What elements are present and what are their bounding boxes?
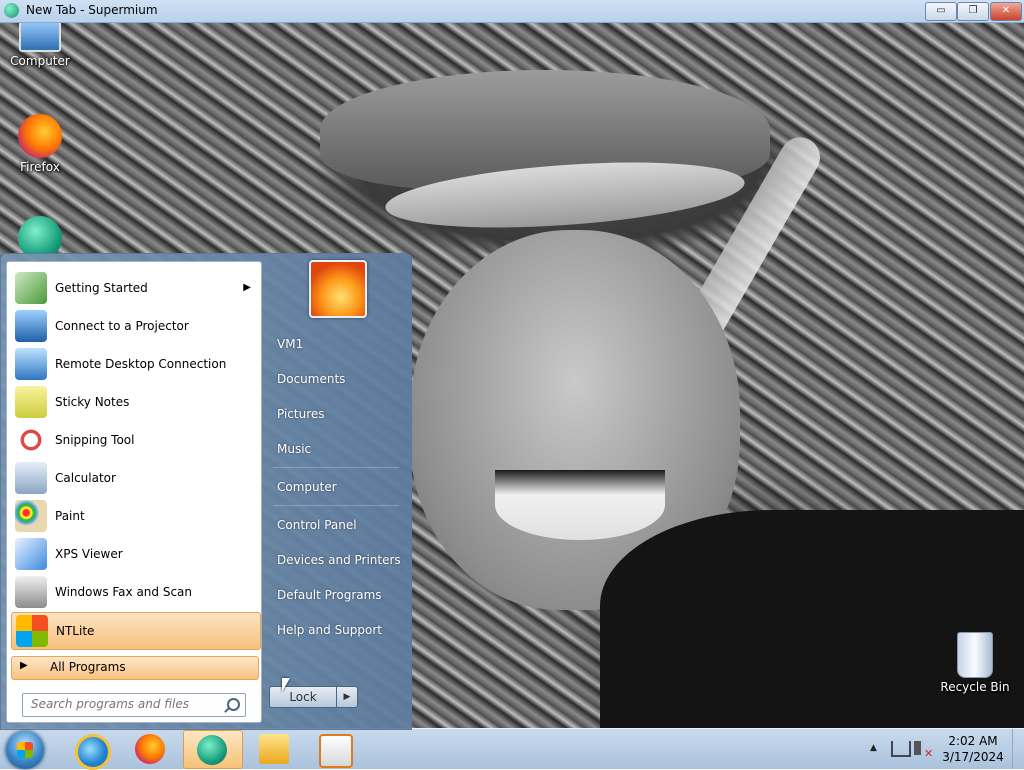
calculator-icon [15,462,47,494]
search-icon[interactable] [227,698,240,711]
link-computer[interactable]: Computer [277,480,337,494]
link-pictures[interactable]: Pictures [277,407,325,421]
wallpaper-coat [600,510,1024,728]
divider [273,467,399,468]
submenu-arrow-icon[interactable]: ▶ [243,282,251,293]
xps-viewer-icon [15,538,47,570]
program-label: NTLite [56,624,95,638]
internet-explorer-icon [75,734,111,770]
wallpaper-smile [495,470,665,540]
program-label: Calculator [55,471,116,485]
program-label: Connect to a Projector [55,319,189,333]
fax-scan-icon [15,576,47,608]
program-label: XPS Viewer [55,547,123,561]
taskbar-file-explorer[interactable] [246,730,304,767]
shutdown-options-button[interactable]: ▶ [336,686,358,708]
firefox-icon [18,114,62,158]
all-programs-button[interactable]: ▶ All Programs [11,656,259,680]
taskbar-internet-explorer[interactable] [62,730,120,770]
program-label: Sticky Notes [55,395,130,409]
system-clock[interactable]: 2:02 AM 3/17/2024 [940,733,1006,765]
program-connect-projector[interactable]: Connect to a Projector [11,308,259,344]
snipping-tool-icon [15,424,47,456]
computer-icon [19,18,61,52]
program-ntlite[interactable]: NTLite [11,612,261,650]
lock-button[interactable]: Lock [269,686,337,708]
link-control-panel[interactable]: Control Panel [277,518,357,532]
link-music[interactable]: Music [277,442,311,456]
divider [273,505,399,506]
program-paint[interactable]: Paint [11,498,259,534]
start-menu: Getting Started ▶ Connect to a Projector… [0,253,412,730]
program-label: Paint [55,509,85,523]
file-explorer-icon [259,734,289,764]
media-player-icon [319,734,353,768]
program-xps-viewer[interactable]: XPS Viewer [11,536,259,572]
desktop-icon-label: Recycle Bin [940,680,1010,694]
link-help-support[interactable]: Help and Support [277,623,382,637]
program-fax-scan[interactable]: Windows Fax and Scan [11,574,259,610]
firefox-icon [135,734,165,764]
remote-desktop-icon [15,348,47,380]
taskbar-supermium[interactable] [183,730,243,769]
desktop-icon-label: Computer [10,54,70,68]
program-sticky-notes[interactable]: Sticky Notes [11,384,259,420]
mouse-cursor-icon [282,678,290,692]
minimize-button[interactable]: ▭ [925,2,957,21]
clock-date: 3/17/2024 [942,750,1004,764]
desktop-icon-label: Firefox [20,160,60,174]
clock-time: 2:02 AM [948,734,998,748]
sticky-notes-icon [15,386,47,418]
link-devices-printers[interactable]: Devices and Printers [277,553,401,567]
network-icon[interactable] [891,741,911,757]
ntlite-icon [16,615,48,647]
desktop-icon-firefox[interactable]: Firefox [0,114,80,174]
program-snipping-tool[interactable]: Snipping Tool [11,422,259,458]
window-title: New Tab - Supermium [26,3,158,17]
all-programs-label: All Programs [50,660,126,674]
show-desktop-button[interactable] [1012,729,1024,769]
program-label: Snipping Tool [55,433,135,447]
program-label: Getting Started [55,281,148,295]
supermium-icon [4,3,19,18]
search-box[interactable] [22,693,246,717]
projector-icon [15,310,47,342]
desktop-icon-recycle-bin[interactable]: Recycle Bin [935,632,1015,694]
program-remote-desktop[interactable]: Remote Desktop Connection [11,346,259,382]
start-menu-links-pane: VM1 Documents Pictures Music Computer Co… [263,254,409,729]
window-titlebar[interactable]: New Tab - Supermium ▭ ❐ ✕ [0,0,1024,23]
program-label: Windows Fax and Scan [55,585,193,599]
link-user-folder[interactable]: VM1 [277,337,303,351]
taskbar-media-player[interactable] [306,730,364,768]
volume-muted-icon: ✕ [924,747,934,760]
user-avatar[interactable] [309,260,367,318]
link-documents[interactable]: Documents [277,372,345,386]
arrow-right-icon: ▶ [20,660,28,671]
program-calculator[interactable]: Calculator [11,460,259,496]
taskbar: ▲ ✕ 2:02 AM 3/17/2024 [0,728,1024,770]
maximize-button[interactable]: ❐ [957,2,989,21]
taskbar-firefox[interactable] [122,730,180,767]
start-menu-programs-pane: Getting Started ▶ Connect to a Projector… [6,261,262,723]
program-getting-started[interactable]: Getting Started ▶ [11,270,259,306]
paint-icon [15,500,47,532]
supermium-icon [197,735,227,765]
getting-started-icon [15,272,47,304]
recycle-bin-icon [957,632,993,678]
link-default-programs[interactable]: Default Programs [277,588,382,602]
start-button[interactable] [6,731,44,769]
search-input[interactable] [29,696,223,712]
program-label: Remote Desktop Connection [55,357,227,371]
show-hidden-icons-button[interactable]: ▲ [870,743,877,753]
close-button[interactable]: ✕ [990,2,1022,21]
